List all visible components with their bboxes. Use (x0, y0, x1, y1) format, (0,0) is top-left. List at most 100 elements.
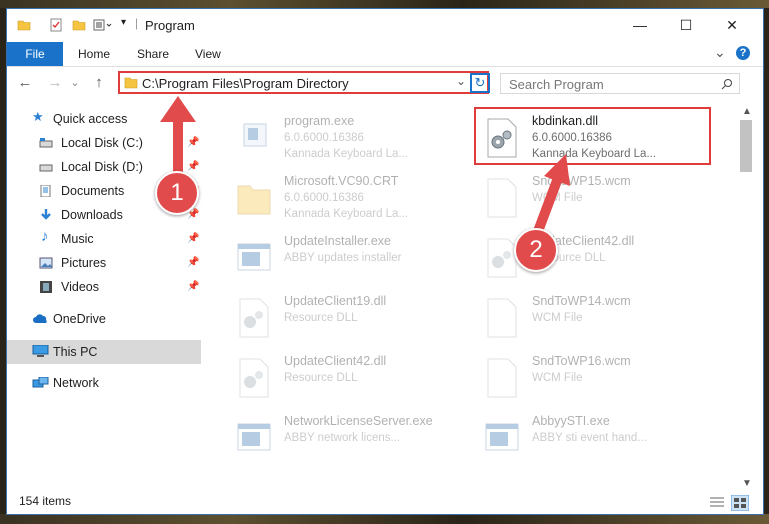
new-folder-icon[interactable] (72, 18, 86, 32)
window-exe-icon (237, 243, 271, 271)
customize-dropdown-icon[interactable]: ▾ (121, 17, 126, 28)
file-item[interactable]: UpdateClient19.dll Resource DLL (220, 292, 460, 348)
navigation-bar: ← → ⌄ ↑ C:\Program Files\Program Directo… (7, 67, 763, 99)
file-version: Resource DLL (284, 372, 358, 384)
details-view-icon[interactable] (709, 496, 725, 510)
file-item[interactable]: NetworkLicenseServer.exe ABBY network li… (220, 412, 460, 468)
view-options-icon[interactable] (93, 18, 113, 32)
file-item[interactable]: UpdateInstaller.exe ABBY updates install… (220, 232, 460, 288)
sidebar-item-pictures[interactable]: Pictures 📌 (7, 252, 201, 274)
file-item[interactable]: SndToWP14.wcm WCM File (468, 292, 708, 348)
step-badge-2: 2 (514, 228, 558, 272)
file-version: ABBY sti event hand... (532, 432, 647, 444)
pc-icon (32, 345, 49, 357)
drive-icon (39, 164, 53, 172)
vertical-scrollbar[interactable]: ▲ ▼ (738, 106, 756, 491)
sidebar-item-label: OneDrive (53, 312, 106, 326)
file-name: SndToWP16.wcm (532, 354, 631, 368)
status-bar: 154 items (7, 492, 763, 514)
sidebar-item-label: Downloads (61, 208, 123, 222)
file-name: SndToWP14.wcm (532, 294, 631, 308)
file-name: Microsoft.VC90.CRT (284, 174, 399, 188)
desktop-background-bottom (0, 514, 769, 524)
properties-icon[interactable] (49, 18, 63, 32)
scroll-thumb[interactable] (740, 120, 752, 172)
search-box[interactable]: Search Program (500, 73, 740, 94)
blank-file-icon (487, 358, 517, 398)
file-name: UpdateClient42.dll (284, 354, 387, 368)
file-version: WCM File (532, 312, 583, 324)
file-name: AbbyySTI.exe (532, 414, 610, 428)
folder-icon[interactable] (17, 18, 31, 32)
address-dropdown-icon[interactable]: ⌄ (456, 74, 466, 88)
dll-gear-icon (239, 358, 269, 398)
file-item[interactable]: SndToWP16.wcm WCM File (468, 352, 708, 408)
folder-icon (237, 185, 271, 215)
tab-file[interactable]: File (7, 42, 63, 66)
file-item[interactable]: AbbyySTI.exe ABBY sti event hand... (468, 412, 708, 468)
sidebar-item-this-pc[interactable]: This PC (7, 340, 201, 364)
recent-locations-button[interactable]: ⌄ (65, 73, 85, 93)
title-separator: | (135, 16, 139, 30)
file-version: Resource DLL (284, 312, 358, 324)
refresh-button[interactable]: ↻ (470, 73, 490, 93)
file-name: UpdateClient19.dll (284, 294, 387, 308)
music-icon: ♪ (41, 228, 49, 245)
file-name: UpdateInstaller.exe (284, 234, 392, 248)
videos-icon (40, 281, 52, 293)
up-button[interactable]: ↑ (89, 73, 109, 93)
ribbon-tabs: File Home Share View ⌄ ? (7, 42, 763, 67)
ribbon-collapse-icon[interactable]: ⌄ (714, 44, 726, 61)
pin-icon: 📌 (187, 281, 200, 292)
tab-view[interactable]: View (195, 42, 221, 66)
minimize-button[interactable]: — (625, 15, 655, 35)
file-item[interactable]: UpdateClient42.dll Resource DLL (220, 352, 460, 408)
forward-button[interactable]: → (45, 73, 65, 93)
file-item[interactable]: program.exe 6.0.6000.16386 Kannada Keybo… (220, 112, 460, 168)
maximize-button[interactable]: ☐ (671, 15, 701, 35)
sidebar-item-label: Videos (61, 280, 99, 294)
help-icon[interactable]: ? (736, 46, 750, 60)
file-version: WCM File (532, 372, 583, 384)
exe-icon (243, 123, 267, 147)
sidebar-item-onedrive[interactable]: OneDrive (7, 308, 201, 330)
pin-icon: 📌 (187, 233, 200, 244)
scroll-up-icon[interactable]: ▲ (742, 106, 752, 117)
tab-home[interactable]: Home (78, 42, 110, 66)
back-button[interactable]: ← (15, 73, 35, 93)
sidebar-item-videos[interactable]: Videos 📌 (7, 276, 201, 298)
file-version: ABBY network licens... (284, 432, 401, 444)
download-icon (41, 209, 51, 220)
pin-icon: 📌 (187, 257, 200, 268)
search-icon (721, 79, 732, 90)
scroll-down-icon[interactable]: ▼ (742, 478, 752, 489)
drive-icon (39, 138, 53, 148)
file-name: NetworkLicenseServer.exe (284, 414, 433, 428)
file-name: program.exe (284, 114, 355, 128)
desktop-background (0, 0, 769, 8)
sidebar-item-label: Quick access (53, 112, 128, 126)
tiles-view-icon[interactable] (731, 495, 749, 511)
file-version: ABBY updates installer (284, 252, 402, 264)
close-button[interactable]: ✕ (717, 15, 747, 35)
sidebar-item-label: Documents (61, 184, 125, 198)
blank-file-icon (487, 298, 517, 338)
sidebar-item-label: Local Disk (C:) (61, 136, 143, 150)
file-version: 6.0.6000.16386 (284, 132, 364, 144)
sidebar-item-label: Local Disk (D:) (61, 160, 143, 174)
search-placeholder: Search Program (509, 77, 604, 92)
window-title: Program (145, 18, 195, 33)
title-bar: ▾ | Program — ☐ ✕ (7, 9, 763, 41)
address-path: C:\Program Files\Program Directory (142, 76, 349, 91)
cloud-icon (33, 314, 47, 323)
window-exe-icon (237, 423, 271, 451)
tab-share[interactable]: Share (137, 42, 169, 66)
dll-gear-icon (239, 298, 269, 338)
file-item[interactable]: Microsoft.VC90.CRT 6.0.6000.16386 Kannad… (220, 172, 460, 228)
sidebar-item-music[interactable]: ♪ Music 📌 (7, 228, 201, 250)
file-description: Kannada Keyboard La... (284, 208, 409, 220)
folder-icon (124, 77, 138, 89)
sidebar-item-label: Network (53, 376, 99, 390)
sidebar-item-network[interactable]: Network (7, 372, 201, 394)
blank-file-icon (487, 178, 517, 218)
